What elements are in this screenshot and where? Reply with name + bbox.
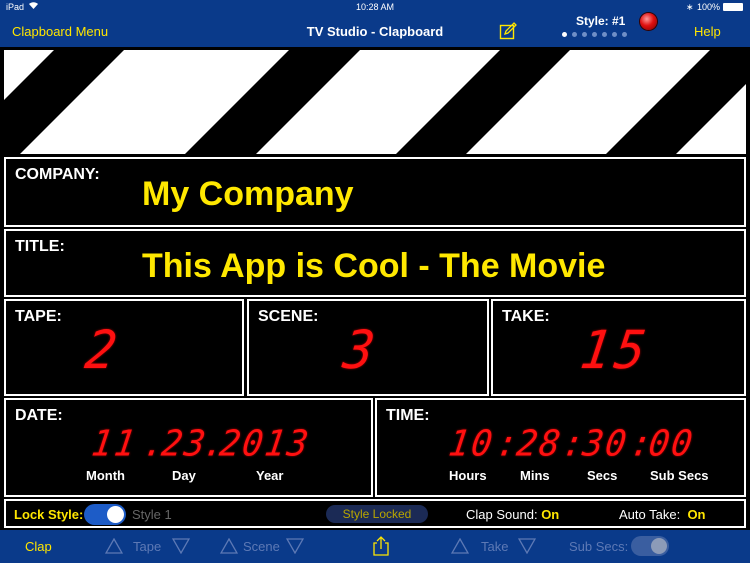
time-label: TIME: bbox=[386, 407, 430, 424]
title-value: This App is Cool - The Movie bbox=[142, 247, 606, 285]
page-dot[interactable] bbox=[592, 32, 597, 37]
scene-panel[interactable]: SCENE: 3 bbox=[247, 299, 489, 396]
page-dot[interactable] bbox=[572, 32, 577, 37]
nav-bar: Clapboard Menu TV Studio - Clapboard Sty… bbox=[0, 13, 750, 47]
title-label: TITLE: bbox=[15, 238, 65, 255]
date-panel[interactable]: DATE: 11 . 23 . 2013 Month Day Year bbox=[4, 398, 373, 497]
scene-down-icon[interactable] bbox=[286, 538, 304, 554]
year-label: Year bbox=[256, 468, 284, 483]
bottom-toolbar: Clap Tape Scene Take Sub Secs: bbox=[0, 530, 750, 563]
tape-panel[interactable]: TAPE: 2 bbox=[4, 299, 244, 396]
scene-label: SCENE: bbox=[258, 308, 319, 325]
date-year: 2013 bbox=[217, 423, 313, 465]
company-panel[interactable]: COMPANY: My Company bbox=[4, 157, 746, 227]
clap-sound-label: Clap Sound: bbox=[466, 507, 538, 522]
scene-value: 3 bbox=[339, 319, 383, 381]
sub-secs-label: Sub Secs: bbox=[569, 539, 629, 554]
battery-icon bbox=[723, 3, 743, 11]
page-dot[interactable] bbox=[582, 32, 587, 37]
time-mins: 28 bbox=[514, 423, 565, 465]
tape-value: 2 bbox=[81, 319, 125, 381]
record-button[interactable] bbox=[640, 13, 657, 30]
style-name: Style 1 bbox=[132, 507, 172, 522]
auto-take-label: Auto Take: bbox=[619, 507, 681, 522]
help-button[interactable]: Help bbox=[694, 24, 721, 39]
company-value: My Company bbox=[142, 175, 354, 213]
clap-button[interactable]: Clap bbox=[25, 539, 52, 554]
auto-take-setting[interactable]: Auto Take: On bbox=[619, 507, 706, 522]
company-label: COMPANY: bbox=[15, 166, 100, 183]
title-panel[interactable]: TITLE: This App is Cool - The Movie bbox=[4, 229, 746, 297]
clap-sound-value[interactable]: On bbox=[541, 507, 559, 522]
clapper-stick[interactable] bbox=[4, 50, 746, 154]
take-down-icon[interactable] bbox=[518, 538, 536, 554]
auto-take-value[interactable]: On bbox=[687, 507, 705, 522]
subsecs-label: Sub Secs bbox=[650, 468, 709, 483]
edit-icon[interactable] bbox=[499, 22, 517, 40]
page-dot[interactable] bbox=[562, 32, 567, 37]
time-subsecs: 00 bbox=[646, 423, 697, 465]
clap-sound-setting[interactable]: Clap Sound: On bbox=[466, 507, 559, 522]
status-bar: iPad 10:28 AM ∗ 100% bbox=[0, 0, 750, 14]
take-up-icon[interactable] bbox=[451, 538, 469, 554]
options-row: Lock Style: Style 1 Style Locked Clap So… bbox=[4, 499, 746, 528]
lock-style-label: Lock Style: bbox=[14, 507, 84, 522]
page-dot[interactable] bbox=[622, 32, 627, 37]
clock: 10:28 AM bbox=[355, 2, 395, 12]
tape-stepper-label: Tape bbox=[133, 539, 162, 554]
secs-label: Secs bbox=[587, 468, 618, 483]
style-indicator[interactable]: Style: #1 bbox=[576, 14, 625, 28]
page-dot[interactable] bbox=[612, 32, 617, 37]
take-panel[interactable]: TAKE: 15 bbox=[491, 299, 746, 396]
page-dot[interactable] bbox=[602, 32, 607, 37]
scene-stepper-label: Scene bbox=[243, 539, 280, 554]
date-month: 11 bbox=[89, 423, 140, 465]
tape-up-icon[interactable] bbox=[105, 538, 123, 554]
take-value: 15 bbox=[576, 319, 654, 381]
day-label: Day bbox=[172, 468, 196, 483]
time-hours: 10 bbox=[446, 423, 497, 465]
sub-secs-toggle[interactable] bbox=[631, 536, 669, 556]
page-dots[interactable] bbox=[562, 32, 627, 37]
time-panel[interactable]: TIME: 10 : 28 : 30 : 00 Hours Mins Secs … bbox=[375, 398, 746, 497]
tape-down-icon[interactable] bbox=[172, 538, 190, 554]
share-icon[interactable] bbox=[372, 536, 390, 556]
time-secs: 30 bbox=[580, 423, 631, 465]
take-stepper-label: Take bbox=[481, 539, 509, 554]
lock-style-toggle[interactable] bbox=[84, 504, 126, 525]
hours-label: Hours bbox=[449, 468, 487, 483]
take-label: TAKE: bbox=[502, 308, 550, 325]
tape-label: TAPE: bbox=[15, 308, 62, 325]
month-label: Month bbox=[86, 468, 125, 483]
page-title: TV Studio - Clapboard bbox=[306, 24, 444, 39]
bluetooth-icon: ∗ bbox=[686, 2, 694, 12]
date-label: DATE: bbox=[15, 407, 63, 424]
battery-percent: 100% bbox=[697, 2, 721, 12]
style-locked-badge: Style Locked bbox=[326, 505, 428, 523]
scene-up-icon[interactable] bbox=[220, 538, 238, 554]
mins-label: Mins bbox=[520, 468, 550, 483]
